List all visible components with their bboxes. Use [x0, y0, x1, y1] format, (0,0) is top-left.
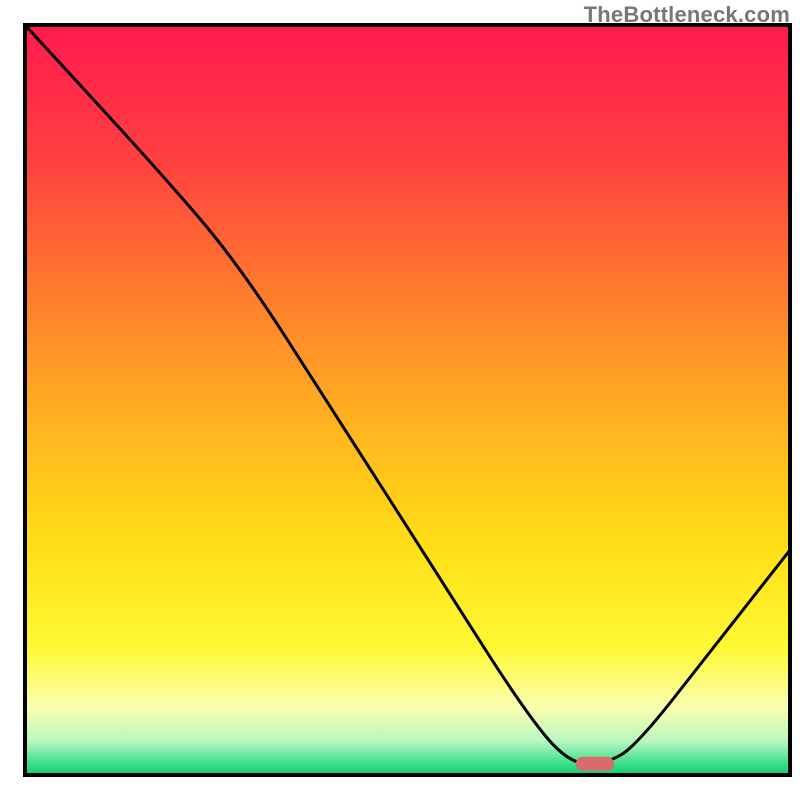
chart-container: TheBottleneck.com — [0, 0, 800, 800]
gradient-background — [25, 25, 790, 775]
bottleneck-chart — [0, 0, 800, 800]
sweet-spot-marker — [576, 757, 614, 771]
watermark-text: TheBottleneck.com — [584, 2, 790, 28]
